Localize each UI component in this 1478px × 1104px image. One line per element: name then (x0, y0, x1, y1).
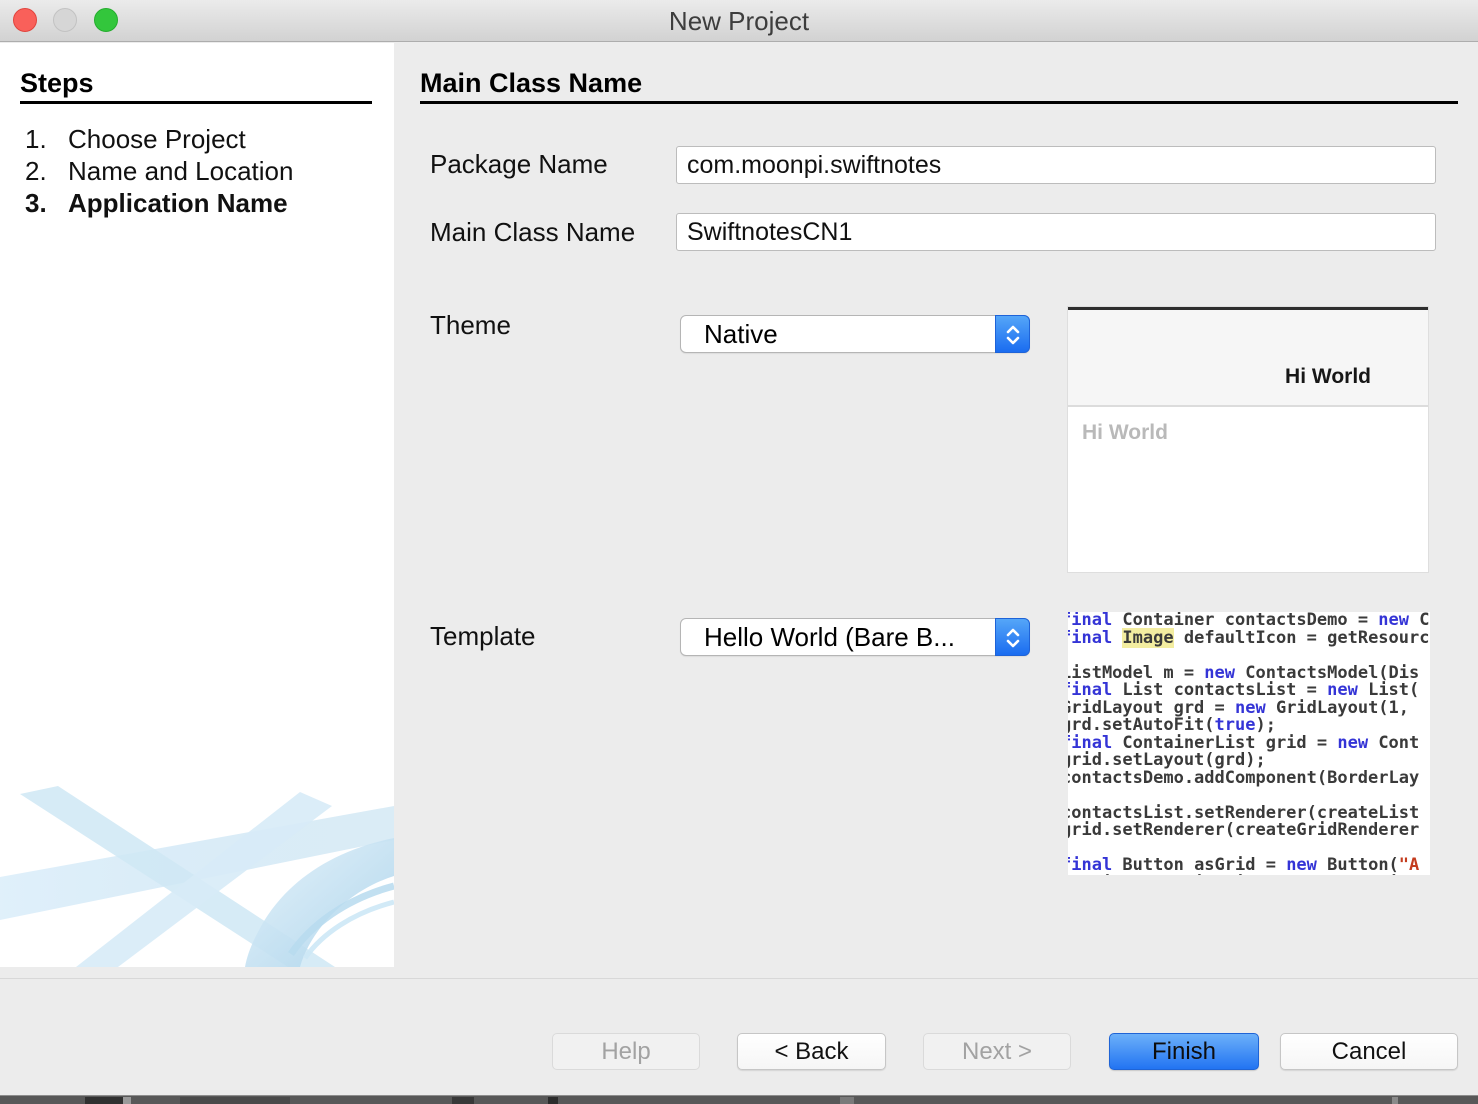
finish-button[interactable]: Finish (1109, 1033, 1259, 1070)
title-bar[interactable]: New Project (0, 0, 1478, 42)
theme-preview-image: Hi World Hi World (1068, 307, 1428, 572)
theme-label: Theme (430, 310, 511, 341)
package-name-input[interactable] (676, 146, 1436, 184)
step-item-choose-project: 1. Choose Project (0, 124, 394, 156)
new-project-dialog: New Project Steps 1. Choose Project 2. N… (0, 0, 1478, 1104)
window-title: New Project (0, 0, 1478, 42)
back-button[interactable]: < Back (737, 1033, 886, 1070)
panel-heading: Main Class Name (420, 68, 642, 99)
theme-preview-body-text: Hi World (1082, 421, 1168, 445)
button-bar: Help < Back Next > Finish Cancel (0, 967, 1478, 1095)
main-class-name-label: Main Class Name (430, 217, 635, 248)
code-lines: final Container contactsDemo = new Conta… (1068, 612, 1430, 875)
step-item-name-and-location: 2. Name and Location (0, 156, 394, 188)
code-line: contactsDemo.addComponent(BorderLay (1068, 770, 1430, 788)
steps-list: 1. Choose Project 2. Name and Location 3… (0, 124, 394, 220)
main-panel: Main Class Name Package Name Main Class … (394, 43, 1478, 967)
step-number: 1. (25, 124, 47, 155)
theme-preview-title-text: Hi World (1285, 365, 1371, 389)
template-select[interactable]: Hello World (Bare B... (680, 618, 1030, 656)
step-item-application-name: 3. Application Name (0, 188, 394, 220)
code-line: final Image defaultIcon = getResource (1068, 630, 1430, 648)
cancel-button[interactable]: Cancel (1280, 1033, 1458, 1070)
netbeans-watermark (0, 782, 394, 967)
main-class-name-input[interactable] (676, 213, 1436, 251)
help-button[interactable]: Help (552, 1033, 700, 1070)
up-down-chevrons-icon (995, 618, 1030, 656)
code-line: asGrid.addActionListener(new Acti (1068, 875, 1430, 876)
step-label: Application Name (68, 188, 288, 219)
step-label: Name and Location (68, 156, 293, 187)
background-window-strip (0, 1095, 1478, 1104)
theme-select[interactable]: Native (680, 315, 1030, 353)
step-label: Choose Project (68, 124, 246, 155)
template-code-preview: final Container contactsDemo = new Conta… (1068, 612, 1430, 875)
theme-select-value: Native (704, 316, 778, 352)
code-line: grid.setRenderer(createGridRenderer (1068, 822, 1430, 840)
template-label: Template (430, 621, 536, 652)
next-button[interactable]: Next > (923, 1033, 1071, 1070)
steps-sidebar: Steps 1. Choose Project 2. Name and Loca… (0, 43, 394, 967)
steps-heading-rule (20, 101, 372, 104)
package-name-label: Package Name (430, 149, 608, 180)
step-number: 2. (25, 156, 47, 187)
step-number: 3. (25, 188, 47, 219)
panel-heading-rule (420, 101, 1458, 104)
theme-preview-titlebar: Hi World (1068, 310, 1428, 407)
template-select-value: Hello World (Bare B... (704, 619, 955, 655)
up-down-chevrons-icon (995, 315, 1030, 353)
footer-divider (0, 978, 1478, 979)
steps-heading: Steps (20, 68, 94, 99)
